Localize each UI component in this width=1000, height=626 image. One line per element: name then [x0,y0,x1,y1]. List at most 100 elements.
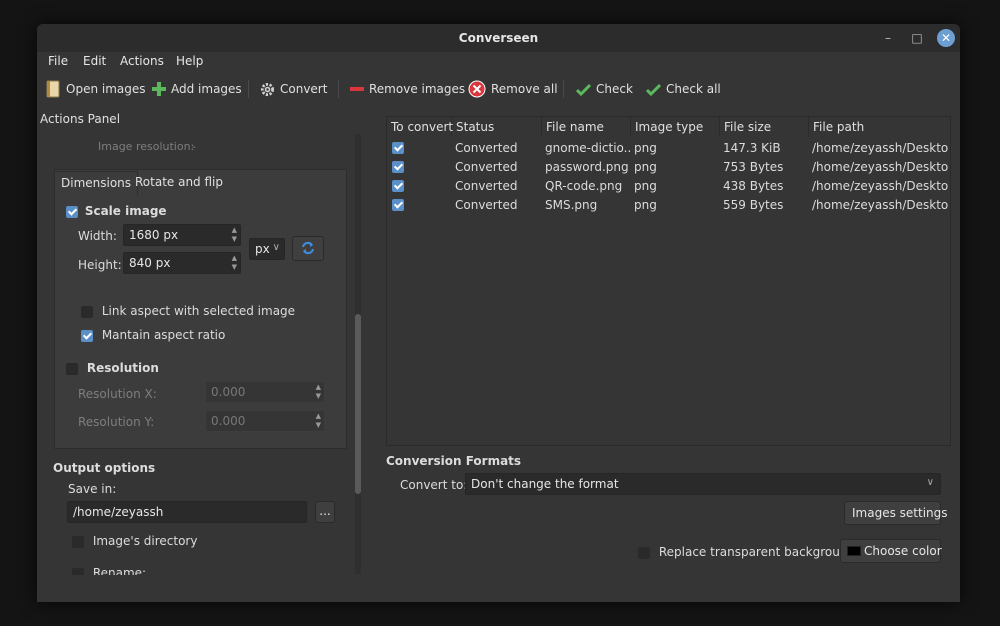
unit-select[interactable]: px ∨ [249,238,285,260]
rename-checkbox[interactable]: Rename: [72,566,146,575]
row-status: Converted [455,141,518,155]
row-file-name: SMS.png [545,198,598,212]
menu-actions[interactable]: Actions [120,54,164,68]
menu-edit[interactable]: Edit [83,54,106,68]
row-status: Converted [455,160,518,174]
row-checkbox[interactable] [392,199,404,211]
table-row[interactable]: Converted password.png png 753 Bytes /ho… [387,158,950,177]
height-value: 840 px [129,256,171,270]
table-row[interactable]: Converted gnome-dictio... png 147.3 KiB … [387,139,950,158]
rename-label: Rename: [92,566,147,575]
column-header-image-type[interactable]: Image type [631,117,720,137]
resolution-y-label: Resolution Y: [78,415,155,429]
table-row[interactable]: Converted SMS.png png 559 Bytes /home/ze… [387,196,950,215]
resolution-y-input[interactable]: 0.000 ▲ ▼ [205,410,325,432]
remove-all-button[interactable]: Remove all [468,78,558,100]
save-in-input[interactable]: /home/zeyassh [67,501,307,523]
check-button[interactable]: Check [576,78,633,100]
column-header-to-convert[interactable]: To convert [387,117,453,137]
height-label: Height: [78,258,122,272]
column-header-file-size[interactable]: File size [720,117,809,137]
row-file-name: gnome-dictio... [545,141,631,155]
open-images-button[interactable]: Open images [46,78,146,100]
row-file-path: /home/zeyassh/Desktop [812,160,949,174]
choose-color-button[interactable]: Choose color [840,539,942,563]
delete-icon [468,80,486,98]
window-title: Converseen [458,31,539,45]
tab-rotate-and-flip[interactable]: Rotate and flip [129,171,229,195]
menu-bar: File Edit Actions Help [37,52,960,70]
menu-file[interactable]: File [48,54,68,68]
link-aspect-label: Link aspect with selected image [101,304,296,318]
refresh-icon [302,241,314,255]
close-icon[interactable]: ✕ [937,29,955,47]
save-in-label: Save in: [68,482,117,496]
resolution-y-value: 0.000 [211,414,246,428]
maintain-aspect-checkbox[interactable]: Mantain aspect ratio [81,328,225,342]
convert-to-select[interactable]: Don't change the format ∨ [465,473,941,495]
chevron-down-icon: ∨ [926,477,934,488]
width-input[interactable]: 1680 px ▲ ▼ [123,224,241,246]
row-checkbox[interactable] [392,180,404,192]
refresh-button[interactable] [292,236,324,261]
toolbar: Open images Add images Convert Remove im… [37,74,960,104]
open-images-label: Open images [66,82,146,96]
image-resolution-label: Image resolution: [98,140,195,153]
table-row[interactable]: Converted QR-code.png png 438 Bytes /hom… [387,177,950,196]
toolbar-separator [248,80,249,98]
checkbox-box[interactable] [72,567,84,575]
replace-background-checkbox[interactable]: Replace transparent background [638,545,855,559]
resolution-label: Resolution [86,361,159,375]
convert-to-label: Convert to: [400,478,468,492]
row-image-type: png [634,179,657,193]
remove-images-button[interactable]: Remove images [350,78,465,100]
toolbar-separator [338,80,339,98]
tab-dimensions[interactable]: Dimensions [54,171,139,195]
plus-icon [152,82,166,96]
images-settings-button[interactable]: Images settings [844,501,948,525]
resolution-x-input[interactable]: 0.000 ▲ ▼ [205,381,325,403]
row-checkbox[interactable] [392,142,404,154]
column-header-status[interactable]: Status [452,117,542,137]
resolution-checkbox[interactable]: Resolution [66,361,159,375]
row-image-type: png [634,141,657,155]
add-images-button[interactable]: Add images [152,78,242,100]
row-file-size: 753 Bytes [723,160,784,174]
row-file-name: password.png [545,160,629,174]
minimize-icon[interactable]: – [880,30,896,46]
menu-help[interactable]: Help [176,54,203,68]
image-table: To convert Status File name Image type F… [386,116,951,446]
maximize-icon[interactable]: □ [909,30,925,46]
chevron-down-icon: ∨ [272,242,280,253]
convert-label: Convert [280,82,328,96]
row-file-name: QR-code.png [545,179,623,193]
spin-arrows-icon[interactable]: ▲ ▼ [232,254,237,272]
checkbox-box[interactable] [66,362,78,375]
column-header-file-path[interactable]: File path [809,117,950,137]
row-file-path: /home/zeyassh/Desktop [812,179,949,193]
row-checkbox[interactable] [392,161,404,173]
link-aspect-checkbox[interactable]: Link aspect with selected image [81,304,295,318]
spin-arrows-icon[interactable]: ▲ ▼ [232,226,237,244]
remove-all-label: Remove all [491,82,558,96]
output-options-title: Output options [53,461,156,475]
scale-image-checkbox[interactable]: Scale image [66,204,167,218]
checkbox-box[interactable] [638,546,650,559]
scale-image-label: Scale image [84,204,167,218]
app-window: Converseen – □ ✕ File Edit Actions Help … [37,24,960,602]
column-header-file-name[interactable]: File name [542,117,631,137]
actions-panel-scrollbar-thumb[interactable] [355,314,361,494]
browse-button[interactable]: ... [315,501,335,523]
images-directory-checkbox[interactable]: Image's directory [72,534,197,548]
check-all-button[interactable]: Check all [646,78,721,100]
checkbox-box[interactable] [81,305,93,318]
spin-arrows-icon[interactable]: ▲ ▼ [316,383,321,401]
height-input[interactable]: 840 px ▲ ▼ [123,252,241,274]
checkbox-box[interactable] [81,329,93,342]
unit-value: px [255,242,270,256]
title-bar[interactable]: Converseen – □ ✕ [37,24,960,52]
checkbox-box[interactable] [66,205,78,218]
checkbox-box[interactable] [72,535,84,548]
convert-button[interactable]: Convert [260,78,327,100]
spin-arrows-icon[interactable]: ▲ ▼ [316,412,321,430]
